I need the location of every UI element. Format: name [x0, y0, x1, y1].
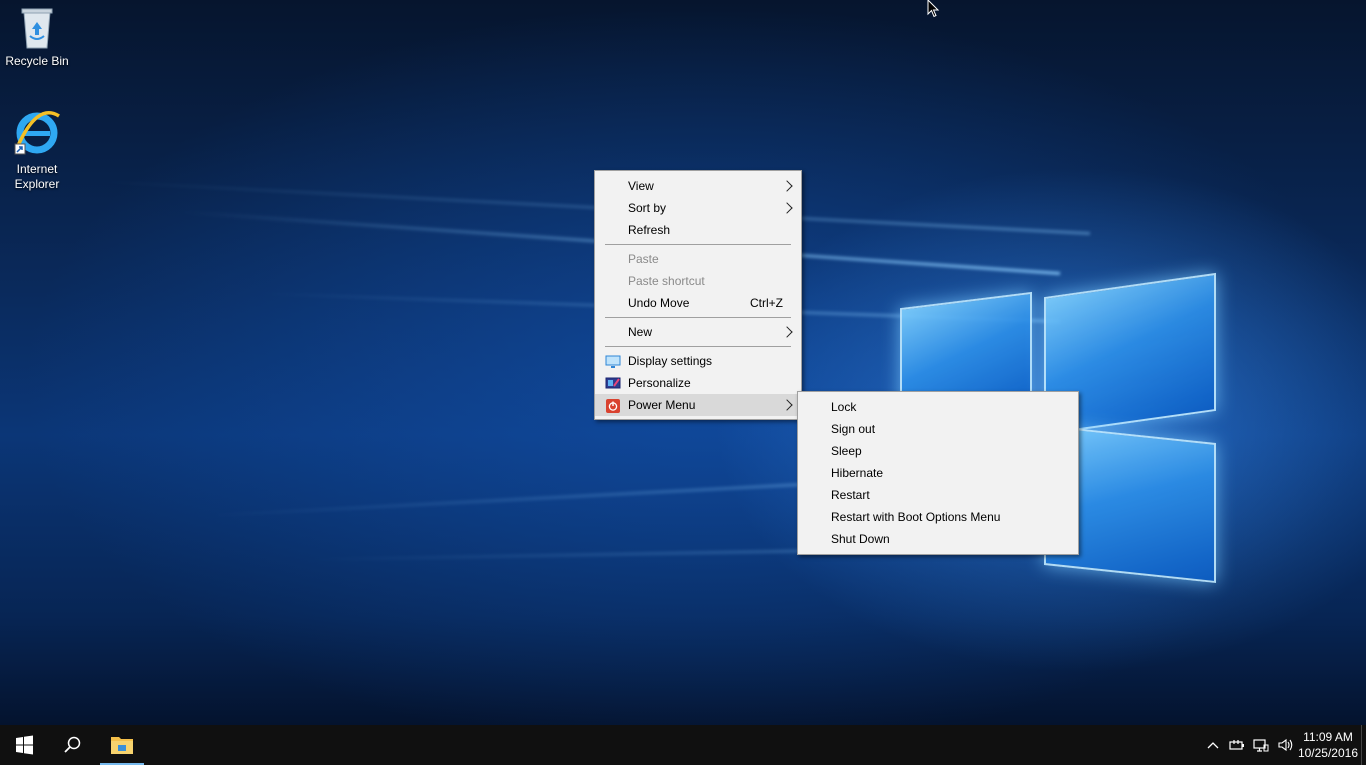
menu-item-personalize[interactable]: Personalize — [595, 372, 801, 394]
desktop-icon-label: Recycle Bin — [5, 54, 69, 68]
file-explorer-icon — [111, 737, 133, 754]
submenu-item-sign-out[interactable]: Sign out — [798, 418, 1078, 440]
menu-item-display-settings[interactable]: Display settings — [595, 350, 801, 372]
taskbar: 11:09 AM 10/25/2016 — [0, 725, 1366, 765]
internet-explorer-icon — [13, 108, 61, 158]
volume-icon[interactable] — [1277, 737, 1293, 753]
chevron-right-icon — [781, 399, 793, 411]
menu-item-paste[interactable]: Paste — [595, 248, 801, 270]
submenu-item-restart-boot-options[interactable]: Restart with Boot Options Menu — [798, 506, 1078, 528]
light-beam — [91, 179, 1091, 235]
menu-separator — [605, 317, 791, 318]
menu-item-new[interactable]: New — [595, 321, 801, 343]
menu-item-view[interactable]: View — [595, 175, 801, 197]
menu-item-paste-shortcut[interactable]: Paste shortcut — [595, 270, 801, 292]
submenu-item-sleep[interactable]: Sleep — [798, 440, 1078, 462]
clock[interactable]: 11:09 AM 10/25/2016 — [1298, 729, 1358, 761]
chevron-right-icon — [781, 180, 793, 192]
clock-date: 10/25/2016 — [1297, 746, 1358, 760]
menu-item-power-menu[interactable]: Power Menu — [595, 394, 801, 416]
power-icon — [605, 398, 621, 413]
personalize-icon — [605, 376, 621, 390]
mouse-cursor-icon — [927, 0, 941, 24]
submenu-item-hibernate[interactable]: Hibernate — [798, 462, 1078, 484]
search-icon — [64, 736, 81, 753]
shortcut-label: Ctrl+Z — [750, 296, 783, 310]
search-button[interactable] — [48, 725, 96, 765]
chevron-right-icon — [781, 326, 793, 338]
chevron-up-icon[interactable] — [1205, 737, 1221, 753]
start-button[interactable] — [0, 725, 48, 765]
menu-separator — [605, 346, 791, 347]
menu-item-sort-by[interactable]: Sort by — [595, 197, 801, 219]
menu-item-refresh[interactable]: Refresh — [595, 219, 801, 241]
desktop-context-menu: View Sort by Refresh Paste Paste shortcu… — [594, 170, 802, 420]
menu-item-undo-move[interactable]: Undo Move Ctrl+Z — [595, 292, 801, 314]
display-icon — [605, 354, 621, 368]
power-submenu: Lock Sign out Sleep Hibernate Restart Re… — [797, 391, 1079, 555]
desktop[interactable]: Recycle Bin Internet Explorer View Sort … — [0, 0, 1366, 725]
internet-explorer-shortcut[interactable]: Internet Explorer — [0, 108, 74, 192]
recycle-bin-icon — [19, 6, 55, 50]
submenu-item-lock[interactable]: Lock — [798, 396, 1078, 418]
network-icon[interactable] — [1253, 737, 1269, 753]
desktop-icon-label: Internet Explorer — [14, 162, 60, 191]
power-plug-icon[interactable] — [1229, 737, 1245, 753]
submenu-item-restart[interactable]: Restart — [798, 484, 1078, 506]
show-desktop-button[interactable] — [1361, 725, 1366, 765]
menu-separator — [605, 244, 791, 245]
chevron-right-icon — [781, 202, 793, 214]
submenu-item-shut-down[interactable]: Shut Down — [798, 528, 1078, 550]
file-explorer-button[interactable] — [98, 725, 146, 765]
clock-time: 11:09 AM — [1303, 730, 1353, 744]
recycle-bin-shortcut[interactable]: Recycle Bin — [0, 6, 74, 69]
start-icon — [16, 735, 33, 755]
